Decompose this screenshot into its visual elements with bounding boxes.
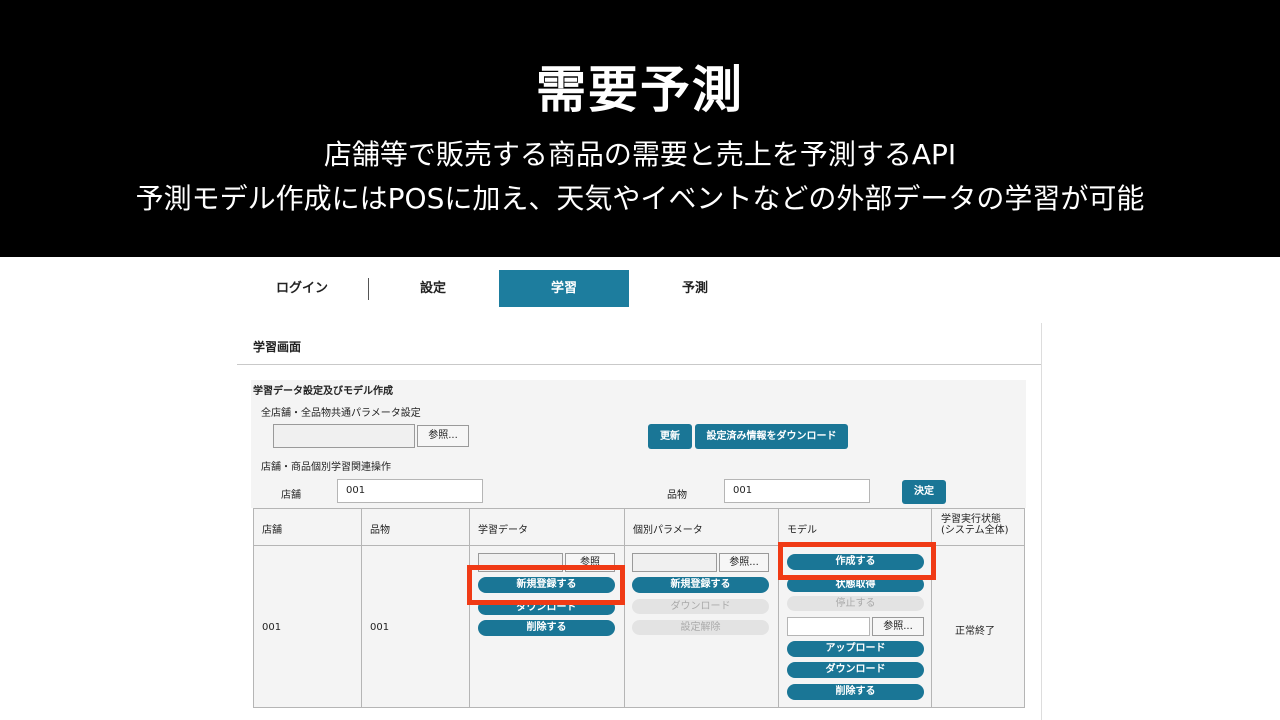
banner-title: 需要予測 [536,61,744,119]
training-data-delete-button[interactable]: 削除する [478,620,615,636]
column-divider [624,508,625,708]
model-delete-button[interactable]: 削除する [787,684,924,700]
highlight-create-box [778,542,936,580]
tab-settings[interactable]: 設定 [368,270,498,307]
header-individual-params: 個別パラメータ [633,525,703,536]
model-file-field[interactable] [787,617,870,636]
individual-ops-label: 店舗・商品個別学習関連操作 [261,462,391,473]
table-border-left [253,508,254,708]
table-border-right [1024,508,1025,708]
common-param-browse-button[interactable]: 参照... [417,425,469,447]
update-button[interactable]: 更新 [648,424,692,449]
page-title: 学習画面 [253,340,302,354]
title-divider [237,364,1041,365]
banner-subtitle-1: 店舗等で販売する商品の需要と売上を予測するAPI [323,138,957,171]
params-browse-button[interactable]: 参照... [719,553,769,572]
params-download-button: ダウンロード [632,599,769,614]
params-clear-button: 設定解除 [632,620,769,635]
cell-status: 正常終了 [955,626,995,637]
decide-button[interactable]: 決定 [902,480,946,504]
table-border-top [253,508,1025,509]
highlight-register-box [467,565,625,605]
model-browse-button[interactable]: 参照... [872,617,924,636]
params-file-field[interactable] [632,553,717,572]
tab-login[interactable]: ログイン [237,270,367,307]
model-upload-button[interactable]: アップロード [787,641,924,657]
tab-learning[interactable]: 学習 [499,270,629,307]
column-divider [778,508,779,708]
tab-prediction[interactable]: 予測 [630,270,760,307]
model-stop-button: 停止する [787,596,924,611]
common-param-file-field[interactable] [273,424,415,448]
params-register-button[interactable]: 新規登録する [632,577,769,593]
header-store: 店舗 [262,525,282,536]
header-training-data: 学習データ [478,525,528,536]
column-divider [469,508,470,708]
store-input[interactable]: 001 [337,479,483,503]
header-banner: 需要予測 店舗等で販売する商品の需要と売上を予測するAPI 予測モデル作成にはP… [0,0,1280,257]
cell-store: 001 [262,622,282,633]
common-param-label: 全店舗・全品物共通パラメータ設定 [261,408,421,419]
column-divider [931,508,932,708]
section-title: 学習データ設定及びモデル作成 [253,386,393,397]
header-status: 学習実行状態 (システム全体) [941,514,1009,536]
item-input[interactable]: 001 [724,479,870,503]
banner-subtitle-2: 予測モデル作成にはPOSに加え、天気やイベントなどの外部データの学習が可能 [135,182,1145,215]
item-label: 品物 [667,490,687,501]
model-download-button[interactable]: ダウンロード [787,662,924,678]
cell-item: 001 [370,622,390,633]
panel-border [1041,323,1042,720]
download-settings-button[interactable]: 設定済み情報をダウンロード [695,424,848,449]
store-label: 店舗 [281,490,301,501]
column-divider [361,508,362,708]
table-border-bottom [253,707,1025,708]
header-item: 品物 [370,525,390,536]
header-model: モデル [787,525,817,536]
